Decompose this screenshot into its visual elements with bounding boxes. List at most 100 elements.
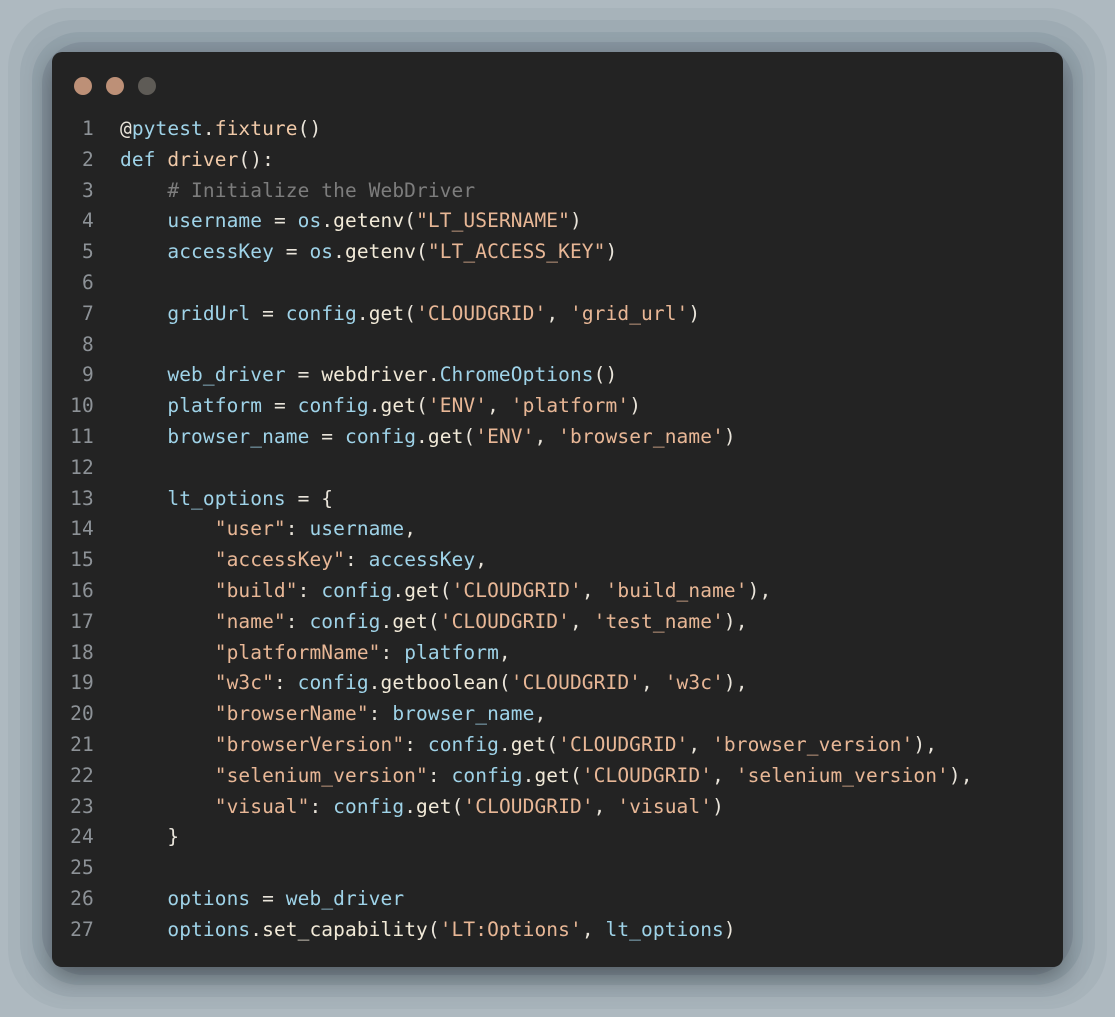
code-token: : bbox=[297, 578, 322, 602]
code-line[interactable]: 20 "browserName": browser_name, bbox=[52, 699, 1063, 730]
code-line[interactable]: 27 options.set_capability('LT:Options', … bbox=[52, 915, 1063, 946]
code-line[interactable]: 4 username = os.getenv("LT_USERNAME") bbox=[52, 206, 1063, 237]
code-token: 'selenium_version' bbox=[735, 763, 949, 787]
code-token: 'CLOUDGRID' bbox=[510, 671, 642, 695]
code-token: browser_name bbox=[167, 424, 310, 448]
code-line[interactable]: 12 bbox=[52, 453, 1063, 484]
code-token: "browserVersion" bbox=[214, 732, 405, 756]
code-line[interactable]: 3 # Initialize the WebDriver bbox=[52, 176, 1063, 207]
code-token: lt_options bbox=[167, 486, 286, 510]
code-token: config bbox=[451, 763, 523, 787]
code-token: = bbox=[250, 886, 286, 910]
code-token: lt_options bbox=[605, 917, 724, 941]
code-line[interactable]: 5 accessKey = os.getenv("LT_ACCESS_KEY") bbox=[52, 237, 1063, 268]
code-token: ) bbox=[629, 394, 642, 418]
code-line[interactable]: 18 "platformName": platform, bbox=[52, 638, 1063, 669]
code-token: 'platform' bbox=[510, 394, 630, 418]
code-line[interactable]: 21 "browserVersion": config.get('CLOUDGR… bbox=[52, 730, 1063, 761]
code-text: username = os.getenv("LT_USERNAME") bbox=[120, 206, 582, 237]
maximize-dot[interactable] bbox=[138, 77, 156, 95]
code-token: username bbox=[309, 517, 405, 541]
line-number: 19 bbox=[70, 671, 94, 695]
code-line[interactable]: 7 gridUrl = config.get('CLOUDGRID', 'gri… bbox=[52, 299, 1063, 330]
code-token: "accessKey" bbox=[214, 548, 345, 572]
code-token: config bbox=[427, 732, 499, 756]
code-line[interactable]: 22 "selenium_version": config.get('CLOUD… bbox=[52, 761, 1063, 792]
code-token: "LT_ACCESS_KEY" bbox=[427, 240, 606, 264]
line-number: 4 bbox=[82, 209, 94, 233]
code-text: web_driver = webdriver.ChromeOptions() bbox=[120, 360, 617, 391]
line-number: 1 bbox=[82, 117, 94, 140]
code-token: , bbox=[404, 517, 417, 541]
code-token: () bbox=[593, 363, 618, 387]
code-line[interactable]: 2 def driver(): bbox=[52, 145, 1063, 176]
code-token: get bbox=[404, 578, 440, 602]
code-token: . bbox=[250, 917, 263, 941]
code-line[interactable]: 6 bbox=[52, 268, 1063, 299]
code-line[interactable]: 8 bbox=[52, 330, 1063, 361]
code-line[interactable]: 23 "visual": config.get('CLOUDGRID', 'vi… bbox=[52, 792, 1063, 823]
code-line[interactable]: 10 platform = config.get('ENV', 'platfor… bbox=[52, 391, 1063, 422]
code-token: ( bbox=[427, 609, 440, 633]
code-token: os bbox=[297, 209, 322, 233]
code-token: , bbox=[487, 394, 511, 418]
code-token: 'test_name' bbox=[593, 609, 724, 633]
traffic-lights bbox=[74, 77, 156, 95]
code-token: ), bbox=[747, 578, 772, 602]
code-token: ( bbox=[439, 578, 452, 602]
code-token: options bbox=[167, 917, 251, 941]
code-line[interactable]: 14 "user": username, bbox=[52, 514, 1063, 545]
code-line[interactable]: 9 web_driver = webdriver.ChromeOptions() bbox=[52, 360, 1063, 391]
code-token: set_capability bbox=[262, 917, 428, 941]
code-line[interactable]: 17 "name": config.get('CLOUDGRID', 'test… bbox=[52, 607, 1063, 638]
code-text: def driver(): bbox=[120, 145, 274, 176]
code-token: : bbox=[344, 548, 369, 572]
code-token: 'CLOUDGRID' bbox=[439, 609, 570, 633]
code-token: driver bbox=[167, 147, 239, 171]
line-number: 22 bbox=[70, 763, 94, 787]
line-number: 3 bbox=[82, 178, 94, 202]
code-token: fixture bbox=[214, 117, 298, 140]
code-line[interactable]: 19 "w3c": config.getboolean('CLOUDGRID',… bbox=[52, 668, 1063, 699]
line-number: 15 bbox=[70, 548, 94, 572]
line-number: 21 bbox=[70, 732, 94, 756]
code-token: ( bbox=[546, 732, 559, 756]
code-token: : bbox=[427, 763, 452, 787]
code-token: ), bbox=[913, 732, 938, 756]
code-token: , bbox=[712, 763, 736, 787]
code-text: browser_name = config.get('ENV', 'browse… bbox=[120, 422, 736, 453]
code-token: platform bbox=[404, 640, 499, 664]
code-line[interactable]: 13 lt_options = { bbox=[52, 484, 1063, 515]
code-token: . bbox=[380, 609, 393, 633]
code-text: "visual": config.get('CLOUDGRID', 'visua… bbox=[120, 792, 724, 823]
code-line[interactable]: 26 options = web_driver bbox=[52, 884, 1063, 915]
code-token: , bbox=[593, 794, 618, 818]
code-line[interactable]: 11 browser_name = config.get('ENV', 'bro… bbox=[52, 422, 1063, 453]
code-token: (): bbox=[238, 147, 274, 171]
code-area[interactable]: 1 @pytest.fixture() 2 def driver(): 3 # Init… bbox=[52, 110, 1063, 967]
code-token: . bbox=[404, 794, 417, 818]
code-token: ( bbox=[404, 301, 417, 325]
code-token: 'grid_url' bbox=[570, 301, 689, 325]
close-dot[interactable] bbox=[74, 77, 92, 95]
code-text: "accessKey": accessKey, bbox=[120, 545, 487, 576]
code-line[interactable]: 16 "build": config.get('CLOUDGRID', 'bui… bbox=[52, 576, 1063, 607]
code-line[interactable]: 1 @pytest.fixture() bbox=[52, 114, 1063, 145]
code-token: . bbox=[356, 301, 369, 325]
code-line[interactable]: 15 "accessKey": accessKey, bbox=[52, 545, 1063, 576]
code-token: ( bbox=[416, 394, 428, 418]
code-line[interactable]: 25 bbox=[52, 853, 1063, 884]
code-token: = bbox=[262, 209, 298, 233]
code-token: . bbox=[427, 363, 440, 387]
code-token: . bbox=[321, 209, 334, 233]
code-token: . bbox=[368, 671, 381, 695]
code-text: options.set_capability('LT:Options', lt_… bbox=[120, 915, 736, 946]
code-token: = bbox=[262, 394, 298, 418]
code-line[interactable]: 24 } bbox=[52, 822, 1063, 853]
code-token: web_driver bbox=[167, 363, 286, 387]
minimize-dot[interactable] bbox=[106, 77, 124, 95]
code-token: getenv bbox=[345, 240, 417, 264]
code-token: , bbox=[641, 671, 665, 695]
